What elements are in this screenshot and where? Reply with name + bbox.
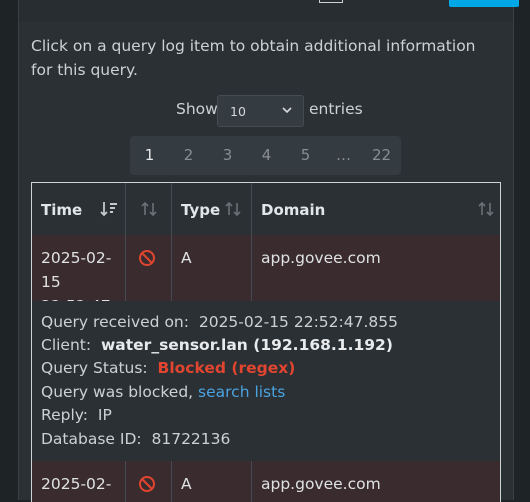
detail-received: Query received on: 2025-02-15 22:52:47.8…	[41, 313, 398, 331]
chevron-down-icon	[282, 107, 292, 114]
row-date: 2025-02-15	[41, 249, 112, 291]
entries-select-value: 10	[230, 104, 246, 119]
page-ellipsis: …	[336, 146, 351, 164]
query-log-panel: Click on a query log item to obtain addi…	[18, 22, 514, 502]
time-cell: 2025-02-15	[32, 461, 126, 502]
column-type-header[interactable]: Type	[172, 183, 252, 235]
column-domain-label: Domain	[261, 201, 326, 219]
sort-icon	[225, 201, 241, 217]
sort-icon	[141, 201, 157, 217]
detail-client: Client: water_sensor.lan (192.168.1.192)	[41, 336, 393, 354]
status-cell	[126, 235, 172, 301]
table-row[interactable]: 2025-02-15 22:52:47 A app.govee.com	[32, 235, 500, 315]
top-action-button[interactable]	[449, 0, 519, 7]
query-log-table: Time Type Domain 2025-02-15 A app.govee.…	[31, 182, 501, 502]
column-time-header[interactable]: Time	[32, 183, 126, 235]
sort-icon	[478, 201, 494, 217]
page-3[interactable]: 3	[208, 136, 247, 175]
detail-reply: Reply: IP	[41, 406, 112, 424]
table-row[interactable]: 2025-02-15 A app.govee.com	[32, 461, 500, 502]
query-details: Query received on: 2025-02-15 22:52:47.8…	[32, 301, 500, 462]
intro-text: Click on a query log item to obtain addi…	[31, 37, 476, 79]
length-control: Show 10 entries	[19, 95, 513, 127]
domain-cell: app.govee.com	[252, 461, 500, 502]
row-type: A	[181, 475, 192, 493]
pagination: 1 2 3 4 5 … 22	[130, 136, 401, 175]
entries-label: entries	[309, 100, 363, 118]
row-domain: app.govee.com	[261, 249, 381, 267]
blocked-icon	[139, 250, 155, 266]
search-lists-link[interactable]: search lists	[198, 383, 285, 401]
sort-descending-icon	[100, 202, 117, 217]
page-2[interactable]: 2	[169, 136, 208, 175]
show-label: Show	[176, 100, 218, 118]
column-domain-header[interactable]: Domain	[252, 183, 500, 235]
domain-cell: app.govee.com	[252, 235, 500, 301]
detail-database-id: Database ID: 81722136	[41, 430, 231, 448]
time-cell: 2025-02-15 22:52:47	[32, 235, 126, 315]
top-toolbar-strip	[18, 0, 519, 23]
page-1[interactable]: 1	[130, 136, 169, 175]
type-cell: A	[172, 235, 252, 301]
column-time-label: Time	[41, 201, 83, 219]
row-type: A	[181, 249, 192, 267]
top-checkbox[interactable]	[319, 0, 343, 3]
status-badge: Blocked (regex)	[157, 359, 296, 377]
column-status-header[interactable]	[126, 183, 172, 235]
row-date: 2025-02-15	[41, 475, 112, 502]
column-type-label: Type	[181, 201, 221, 219]
type-cell: A	[172, 461, 252, 502]
status-cell	[126, 461, 172, 502]
detail-blocked: Query was blocked, search lists	[41, 383, 286, 401]
page-4[interactable]: 4	[247, 136, 286, 175]
detail-status: Query Status: Blocked (regex)	[41, 359, 296, 377]
page-22[interactable]: 22	[362, 136, 401, 175]
row-domain: app.govee.com	[261, 475, 381, 493]
table-header: Time Type Domain	[32, 183, 500, 236]
page-5[interactable]: 5	[286, 136, 325, 175]
blocked-icon	[139, 476, 155, 492]
entries-select[interactable]: 10	[217, 95, 304, 127]
